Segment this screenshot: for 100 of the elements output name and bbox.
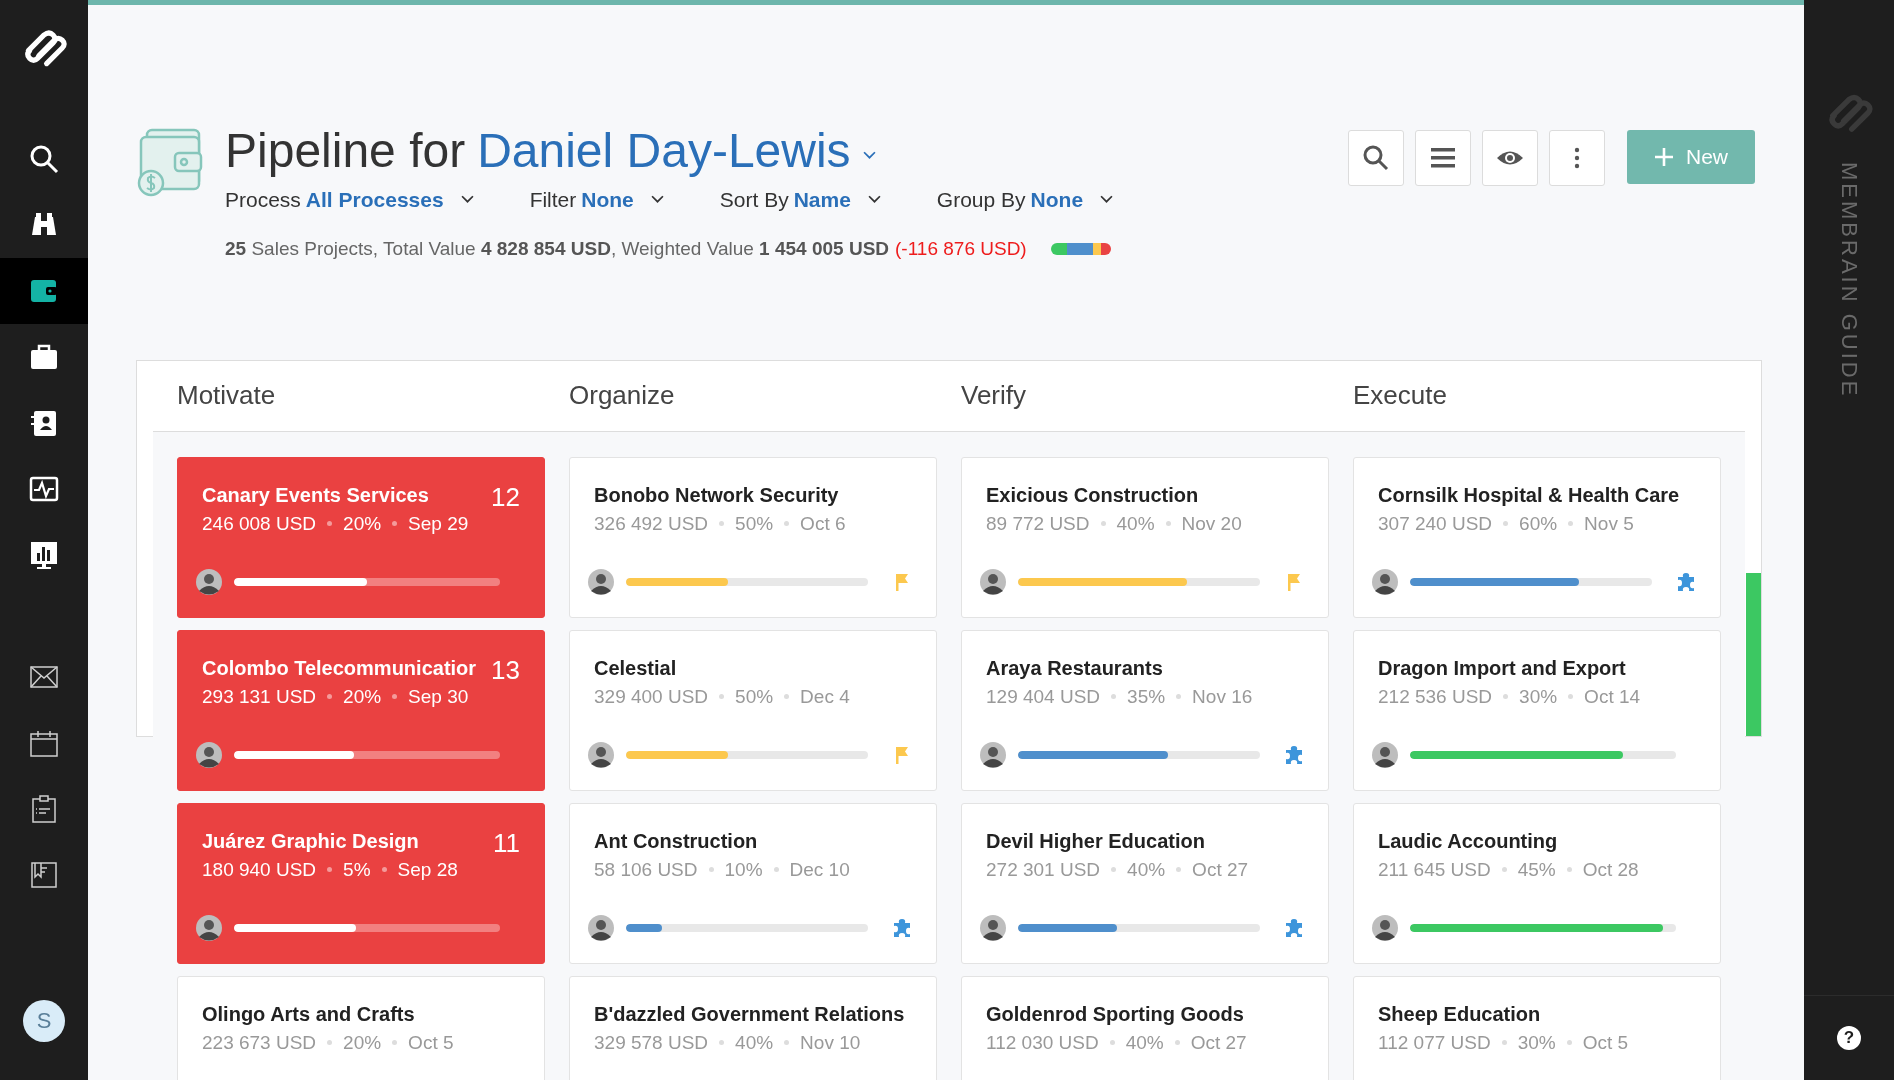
value-difference: (-116 876 USD)	[895, 237, 1027, 260]
column-title: Execute	[1353, 380, 1448, 412]
deal-probability: 50%	[735, 685, 774, 708]
deal-date: Oct 6	[800, 512, 846, 535]
avatar-icon	[588, 914, 614, 941]
deal-card[interactable]: Olingo Arts and Crafts 223 673 USD 20% Oct 5	[177, 975, 545, 1080]
deal-name: Canary Events Services	[202, 483, 430, 507]
deal-card[interactable]: Colombo Telecommunicatior 293 131 USD 20% Sep 30 13	[177, 629, 545, 791]
deal-value: 212 536 USD	[1378, 685, 1493, 708]
deal-value: 329 578 USD	[594, 1031, 709, 1054]
deal-card[interactable]: Ant Construction 58 106 USD 10% Dec 10	[569, 802, 937, 964]
column-title: Motivate	[177, 380, 277, 412]
user-avatar[interactable]: S	[23, 1000, 65, 1042]
avatar-icon	[980, 914, 1006, 941]
deal-name: Araya Restaurants	[986, 656, 1164, 680]
deal-name: Bonobo Network Security	[594, 483, 840, 507]
avatar-icon	[196, 741, 222, 768]
caret-icon	[862, 150, 876, 160]
column-title: Organize	[569, 380, 676, 412]
deal-name: Ant Construction	[594, 829, 759, 853]
deal-value: 180 940 USD	[202, 858, 317, 881]
avatar-icon	[980, 568, 1006, 595]
deal-value: 58 106 USD	[594, 858, 698, 881]
deal-card[interactable]: Araya Restaurants 129 404 USD 35% Nov 16	[961, 629, 1329, 791]
puzzle-icon	[1284, 744, 1304, 765]
filter-dropdown[interactable]: Filter None	[529, 187, 664, 212]
deal-date: Oct 14	[1584, 685, 1641, 708]
deal-count: 12	[491, 481, 520, 514]
scrollbar[interactable]	[1745, 359, 1762, 737]
deal-value: 129 404 USD	[986, 685, 1101, 708]
deal-date: Dec 10	[789, 858, 850, 881]
deal-date: Nov 5	[1584, 512, 1634, 535]
deal-probability: 20%	[343, 512, 382, 535]
deal-card[interactable]: Celestial 329 400 USD 50% Dec 4	[569, 629, 937, 791]
deal-value: 326 492 USD	[594, 512, 709, 535]
bar-chart-icon	[28, 539, 60, 571]
avatar-icon	[980, 741, 1006, 768]
deal-probability: 35%	[1127, 685, 1166, 708]
deal-value: 112 077 USD	[1378, 1031, 1491, 1054]
filter-dropdown[interactable]: Sort By Name	[719, 187, 881, 212]
deal-card[interactable]: Canary Events Services 246 008 USD 20% Sep 29 12	[177, 456, 545, 618]
deal-probability: 10%	[724, 858, 763, 881]
deal-card[interactable]: Exicious Construction 89 772 USD 40% Nov 20	[961, 456, 1329, 618]
avatar-icon	[1372, 914, 1398, 941]
view-button[interactable]	[1482, 130, 1538, 186]
deal-name: Olingo Arts and Crafts	[202, 1002, 416, 1026]
deal-probability: 40%	[1116, 512, 1155, 535]
puzzle-icon	[1284, 917, 1304, 938]
deal-probability: 50%	[735, 512, 774, 535]
caret-icon	[1100, 195, 1114, 205]
deal-probability: 30%	[1517, 1031, 1556, 1054]
filter-dropdown[interactable]: Group By None	[936, 187, 1114, 212]
help-button[interactable]: ?	[1837, 1026, 1861, 1050]
deal-date: Sep 30	[408, 685, 469, 708]
deal-date: Sep 29	[408, 512, 469, 535]
deal-date: Nov 10	[800, 1031, 861, 1054]
deal-name: Dragon Import and Export	[1378, 656, 1627, 680]
search-icon	[1362, 144, 1390, 172]
menu-button[interactable]	[1415, 130, 1471, 186]
deal-probability: 5%	[343, 858, 371, 881]
deal-date: Oct 28	[1582, 858, 1639, 881]
deal-probability: 20%	[343, 685, 382, 708]
page-title: Pipeline for	[225, 125, 466, 178]
caret-icon	[650, 195, 664, 205]
puzzle-icon	[1676, 571, 1696, 592]
nav-item[interactable]	[0, 258, 88, 324]
deal-date: Nov 20	[1181, 512, 1242, 535]
search-icon	[28, 143, 60, 175]
person-dropdown[interactable]: Daniel Day-Lewis	[477, 125, 876, 178]
deal-name: Colombo Telecommunicatior	[202, 656, 477, 680]
deal-date: Nov 16	[1192, 685, 1253, 708]
deal-card[interactable]: Goldenrod Sporting Goods 112 030 USD 40% Oct 27	[961, 975, 1329, 1080]
deal-value: 211 645 USD	[1378, 858, 1491, 881]
filter-dropdown[interactable]: Process All Processes	[225, 187, 474, 212]
deal-name: B'dazzled Government Relations	[594, 1002, 905, 1026]
bookmark-icon	[28, 859, 60, 891]
deal-card[interactable]: Laudic Accounting 211 645 USD 45% Oct 28	[1353, 802, 1721, 964]
deal-probability: 45%	[1517, 858, 1556, 881]
avatar-icon	[588, 568, 614, 595]
deal-card[interactable]: Dragon Import and Export 212 536 USD 30% Oct 14	[1353, 629, 1721, 791]
deal-name: Juárez Graphic Design	[202, 829, 420, 853]
deal-count: 13	[491, 654, 520, 687]
deal-probability: 30%	[1519, 685, 1558, 708]
status-mix-icon	[1050, 242, 1111, 255]
avatar-icon	[1372, 568, 1398, 595]
deal-value: 329 400 USD	[594, 685, 709, 708]
deal-card[interactable]: Cornsilk Hospital & Health Care 307 240 USD 60% Nov 5	[1353, 456, 1721, 618]
deal-value: 89 772 USD	[986, 512, 1090, 535]
deal-value: 246 008 USD	[202, 512, 317, 535]
avatar-icon	[196, 568, 222, 595]
deal-card[interactable]: Sheep Education 112 077 USD 30% Oct 5	[1353, 975, 1721, 1080]
avatar-icon	[1372, 741, 1398, 768]
puzzle-icon	[892, 917, 912, 938]
deal-card[interactable]: Devil Higher Education 272 301 USD 40% Oct 27	[961, 802, 1329, 964]
deal-value: 272 301 USD	[986, 858, 1101, 881]
deal-card[interactable]: B'dazzled Government Relations 329 578 USD 40% Nov 10	[569, 975, 937, 1080]
deal-card[interactable]: Juárez Graphic Design 180 940 USD 5% Sep 28 11	[177, 802, 545, 964]
deal-value: 112 030 USD	[986, 1031, 1099, 1054]
deal-card[interactable]: Bonobo Network Security 326 492 USD 50% Oct 6	[569, 456, 937, 618]
search-button[interactable]	[1348, 130, 1404, 186]
